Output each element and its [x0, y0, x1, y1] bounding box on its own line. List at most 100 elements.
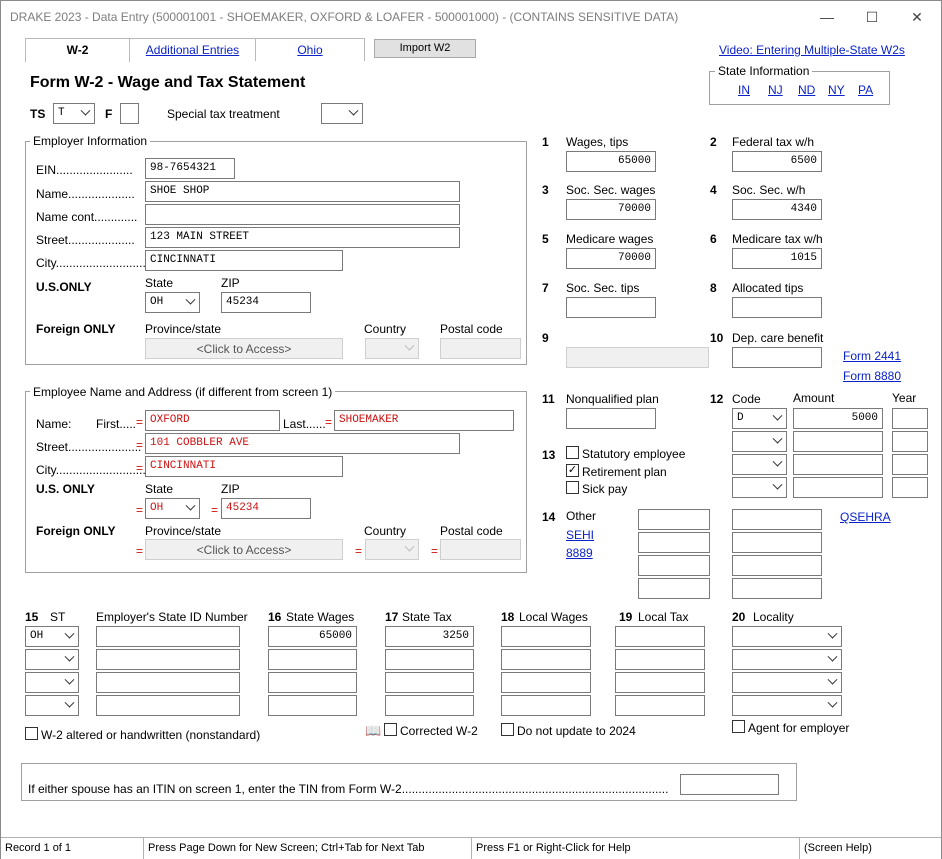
employee-country-select[interactable] — [365, 539, 419, 560]
box2-federal-wh-input[interactable]: 6500 — [732, 151, 822, 172]
box5-medicare-wages-input[interactable]: 70000 — [566, 248, 656, 269]
state-link-in[interactable]: IN — [738, 83, 750, 97]
state-link-ny[interactable]: NY — [828, 83, 845, 97]
state-row1-tax-input[interactable]: 3250 — [385, 626, 474, 647]
state-row4-locality-select[interactable] — [732, 695, 842, 716]
video-multi-state-link[interactable]: Video: Entering Multiple-State W2s — [719, 43, 905, 57]
box12-amount-input-1[interactable]: 5000 — [793, 408, 883, 429]
maximize-button[interactable]: ☐ — [849, 5, 895, 29]
state-row4-tax-input[interactable] — [385, 695, 474, 716]
statutory-employee-checkbox[interactable] — [566, 446, 579, 459]
state-link-nj[interactable]: NJ — [768, 83, 783, 97]
sick-pay-checkbox[interactable] — [566, 481, 579, 494]
state-row4-st-select[interactable] — [25, 695, 79, 716]
state-row1-local-wages-input[interactable] — [501, 626, 591, 647]
state-row1-id-input[interactable] — [96, 626, 240, 647]
state-row1-locality-select[interactable] — [732, 626, 842, 647]
qsehra-link[interactable]: QSEHRA — [840, 510, 891, 524]
employer-name-cont-input[interactable] — [145, 204, 460, 225]
box12-year-input-2[interactable] — [892, 431, 928, 452]
box12-amount-input-2[interactable] — [793, 431, 883, 452]
employer-province-input[interactable]: <Click to Access> — [145, 338, 343, 359]
f-input[interactable] — [120, 103, 139, 124]
employee-province-input[interactable]: <Click to Access> — [145, 539, 343, 560]
state-row3-local-wages-input[interactable] — [501, 672, 591, 693]
close-button[interactable]: ✕ — [894, 5, 940, 29]
ein-input[interactable]: 98-7654321 — [145, 158, 235, 179]
box12-year-input-4[interactable] — [892, 477, 928, 498]
box1-wages-input[interactable]: 65000 — [566, 151, 656, 172]
box12-amount-input-4[interactable] — [793, 477, 883, 498]
state-row3-locality-select[interactable] — [732, 672, 842, 693]
box12-code-select-3[interactable] — [732, 454, 787, 475]
box14-amount-input-2[interactable] — [732, 532, 822, 553]
box12-year-input-1[interactable] — [892, 408, 928, 429]
box11-nonqualified-input[interactable] — [566, 408, 656, 429]
screen-help-button[interactable]: (Screen Help) — [800, 838, 941, 859]
employee-state-select[interactable]: OH — [145, 498, 200, 519]
box14-amount-input-4[interactable] — [732, 578, 822, 599]
box9-input[interactable] — [566, 347, 709, 368]
employer-street-input[interactable]: 123 MAIN STREET — [145, 227, 460, 248]
state-row2-locality-select[interactable] — [732, 649, 842, 670]
state-row3-local-tax-input[interactable] — [615, 672, 705, 693]
state-row4-id-input[interactable] — [96, 695, 240, 716]
state-row4-local-tax-input[interactable] — [615, 695, 705, 716]
box12-code-select-4[interactable] — [732, 477, 787, 498]
box14-desc-input-1[interactable] — [638, 509, 710, 530]
box14-amount-input-3[interactable] — [732, 555, 822, 576]
itin-tin-input[interactable] — [680, 774, 779, 795]
box12-year-input-3[interactable] — [892, 454, 928, 475]
state-row2-wages-input[interactable] — [268, 649, 357, 670]
employer-zip-input[interactable]: 45234 — [221, 292, 311, 313]
corrected-w2-checkbox[interactable] — [384, 723, 397, 736]
state-row3-tax-input[interactable] — [385, 672, 474, 693]
box4-ss-wh-input[interactable]: 4340 — [732, 199, 822, 220]
retirement-plan-checkbox[interactable]: ✓ — [566, 464, 579, 477]
state-row3-st-select[interactable] — [25, 672, 79, 693]
box12-code-select-1[interactable]: D — [732, 408, 787, 429]
form-2441-link[interactable]: Form 2441 — [843, 349, 901, 363]
box8-allocated-tips-input[interactable] — [732, 297, 822, 318]
state-row4-wages-input[interactable] — [268, 695, 357, 716]
box14-desc-input-3[interactable] — [638, 555, 710, 576]
state-link-pa[interactable]: PA — [858, 83, 873, 97]
tab-additional-entries[interactable]: Additional Entries — [129, 38, 256, 61]
state-link-nd[interactable]: ND — [798, 83, 815, 97]
box10-dep-care-input[interactable] — [732, 347, 822, 368]
state-row2-tax-input[interactable] — [385, 649, 474, 670]
form-8880-link[interactable]: Form 8880 — [843, 369, 901, 383]
box3-ss-wages-input[interactable]: 70000 — [566, 199, 656, 220]
box7-ss-tips-input[interactable] — [566, 297, 656, 318]
minimize-button[interactable]: — — [804, 5, 850, 29]
state-row1-st-select[interactable]: OH — [25, 626, 79, 647]
state-row3-id-input[interactable] — [96, 672, 240, 693]
state-row2-local-tax-input[interactable] — [615, 649, 705, 670]
import-w2-button[interactable]: Import W2 — [374, 39, 476, 58]
state-row3-wages-input[interactable] — [268, 672, 357, 693]
w2-altered-checkbox[interactable] — [25, 727, 38, 740]
agent-for-employer-checkbox[interactable] — [732, 720, 745, 733]
employer-country-select[interactable] — [365, 338, 419, 359]
employer-state-select[interactable]: OH — [145, 292, 200, 313]
state-row2-id-input[interactable] — [96, 649, 240, 670]
box12-amount-input-3[interactable] — [793, 454, 883, 475]
employee-first-input[interactable]: OXFORD — [145, 410, 280, 431]
box6-medicare-wh-input[interactable]: 1015 — [732, 248, 822, 269]
employer-postal-input[interactable] — [440, 338, 521, 359]
state-row1-wages-input[interactable]: 65000 — [268, 626, 357, 647]
state-row2-local-wages-input[interactable] — [501, 649, 591, 670]
ts-select[interactable]: T — [53, 103, 95, 124]
employer-name-input[interactable]: SHOE SHOP — [145, 181, 460, 202]
box12-code-select-2[interactable] — [732, 431, 787, 452]
state-row2-st-select[interactable] — [25, 649, 79, 670]
sehi-link[interactable]: SEHI — [566, 528, 594, 542]
box14-desc-input-2[interactable] — [638, 532, 710, 553]
special-tax-select[interactable] — [321, 103, 363, 124]
form-8889-link[interactable]: 8889 — [566, 546, 593, 560]
employer-city-input[interactable]: CINCINNATI — [145, 250, 343, 271]
tab-w2[interactable]: W-2 — [25, 38, 130, 62]
state-row1-local-tax-input[interactable] — [615, 626, 705, 647]
tab-ohio[interactable]: Ohio — [255, 38, 365, 61]
book-icon[interactable]: 📖 — [365, 723, 381, 739]
